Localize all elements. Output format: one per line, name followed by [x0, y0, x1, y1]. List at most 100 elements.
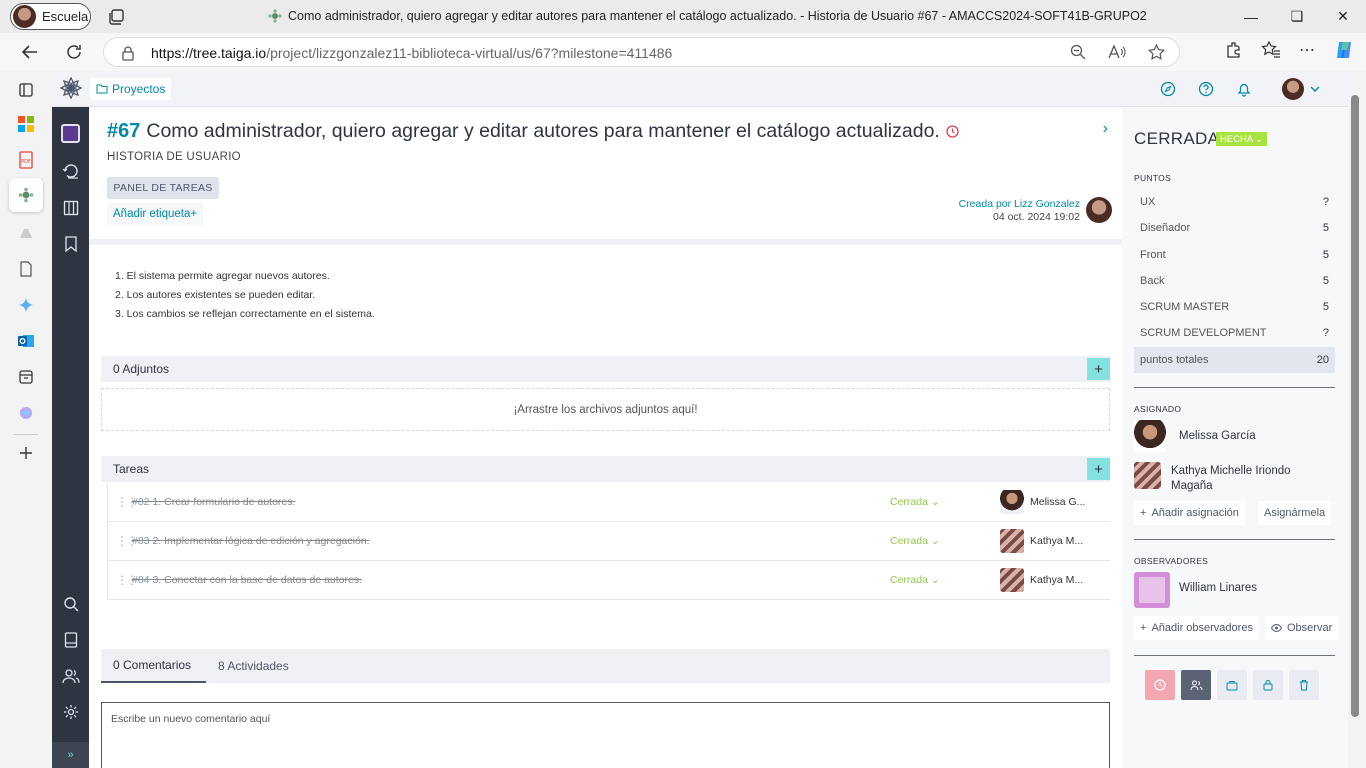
tab-actions-icon[interactable] — [108, 8, 125, 25]
refresh-icon[interactable] — [60, 39, 88, 65]
add-app-icon[interactable] — [14, 441, 38, 465]
sidebar-toggle-icon[interactable] — [14, 78, 38, 102]
points-row[interactable]: SCRUM MASTER 5 — [1134, 294, 1335, 320]
address-bar[interactable]: https://tree.taiga.io/project/lizzgonzal… — [103, 37, 1180, 67]
task-assignee[interactable]: Melissa G... — [1030, 496, 1085, 508]
task-status[interactable]: Cerrada ⌄ — [890, 535, 940, 547]
due-date-button[interactable] — [1145, 670, 1175, 700]
add-watchers-button[interactable]: + Añadir observadores — [1134, 616, 1259, 640]
watcher-avatar — [1134, 572, 1170, 608]
comment-input[interactable]: Escribe un nuevo comentario aquí — [101, 702, 1110, 768]
team-requirement-button[interactable] — [1181, 670, 1211, 700]
task-panel-button[interactable]: PANEL DE TAREAS — [107, 177, 219, 199]
kanban-icon[interactable] — [61, 198, 81, 218]
points-row[interactable]: Back 5 — [1134, 268, 1335, 294]
task-row[interactable]: ⋮⋮ #83 2. Implementar lógica de edición … — [107, 522, 1110, 561]
office-app-icon[interactable] — [14, 112, 38, 136]
story-description[interactable]: 1. El sistema permite agregar nuevos aut… — [115, 267, 375, 324]
sparkle-icon[interactable] — [14, 293, 38, 317]
task-assignee[interactable]: Kathya M... — [1030, 535, 1083, 547]
watcher[interactable]: William Linares — [1134, 572, 1344, 608]
drive-app-icon[interactable] — [14, 221, 38, 245]
minimize-button[interactable]: — — [1228, 0, 1274, 33]
assignee[interactable]: Kathya Michelle Iriondo Magaña — [1134, 462, 1344, 498]
tab-activities[interactable]: 8 Actividades — [218, 649, 289, 683]
edge-sidebar: PDF — [0, 71, 52, 768]
user-menu[interactable] — [1282, 78, 1320, 100]
add-task-button[interactable]: + — [1087, 458, 1110, 480]
next-story-chevron-icon[interactable]: › — [1103, 120, 1108, 138]
watch-label: Observar — [1287, 622, 1333, 634]
help-icon[interactable] — [1198, 81, 1214, 97]
status-badge[interactable]: HECHA ⌄ — [1216, 132, 1268, 146]
notifications-bell-icon[interactable] — [1236, 81, 1252, 97]
more-options-icon[interactable]: ⋯ — [1299, 40, 1316, 60]
points-row[interactable]: UX? — [1134, 189, 1335, 215]
points-row[interactable]: Front 5 — [1134, 242, 1335, 268]
assignee[interactable]: Melissa García — [1134, 420, 1344, 456]
add-tag-button[interactable]: Añadir etiqueta + — [107, 203, 204, 225]
taiga-tab-icon[interactable] — [9, 178, 43, 212]
creator-avatar[interactable] — [1086, 197, 1112, 223]
favorite-star-icon[interactable] — [1148, 44, 1165, 60]
points-label: PUNTOS — [1134, 173, 1172, 183]
extensions-icon[interactable] — [1225, 41, 1243, 59]
task-status[interactable]: Cerrada ⌄ — [890, 496, 940, 508]
project-avatar[interactable] — [61, 124, 80, 143]
search-icon[interactable] — [61, 594, 81, 614]
expand-sidebar-icon[interactable]: » — [52, 742, 89, 768]
task-row[interactable]: ⋮⋮ #82 1. Crear formulario de autores. C… — [107, 483, 1110, 522]
maximize-button[interactable]: ❏ — [1274, 0, 1320, 33]
timeline-icon[interactable] — [61, 161, 81, 181]
due-date-clock-icon[interactable] — [946, 125, 959, 138]
scrollbar-thumb[interactable] — [1351, 95, 1359, 717]
team-icon[interactable] — [61, 666, 81, 686]
task-assignee[interactable]: Kathya M... — [1030, 574, 1083, 586]
discover-compass-icon[interactable] — [1160, 81, 1176, 97]
clock-icon — [1154, 679, 1166, 691]
pdf-app-icon[interactable]: PDF — [14, 148, 38, 172]
delete-button[interactable] — [1289, 670, 1319, 700]
zoom-out-icon[interactable] — [1070, 44, 1086, 60]
points-row[interactable]: SCRUM DEVELOPMENT? — [1134, 320, 1335, 346]
read-aloud-icon[interactable] — [1108, 44, 1126, 60]
profile-button[interactable]: Escuela — [10, 3, 91, 30]
task-title[interactable]: #83 2. Implementar lógica de edición y a… — [132, 535, 370, 547]
assignee-name: Kathya Michelle Iriondo Magaña — [1171, 465, 1291, 492]
add-attachment-button[interactable]: + — [1087, 358, 1110, 380]
created-by[interactable]: Creada por Lizz Gonzalez — [959, 198, 1080, 211]
wiki-book-icon[interactable] — [61, 630, 81, 650]
taiga-topbar: Proyectos — [52, 71, 1348, 107]
favorites-icon[interactable] — [1261, 41, 1281, 59]
task-row[interactable]: ⋮⋮ #84 3. Conectar con la base de datos … — [107, 561, 1110, 600]
outlook-app-icon[interactable] — [14, 329, 38, 353]
close-window-button[interactable]: ✕ — [1320, 0, 1366, 33]
epics-bookmark-icon[interactable] — [61, 234, 81, 254]
back-icon[interactable] — [16, 39, 44, 65]
sidebar-divider — [14, 434, 38, 435]
lock-icon[interactable] — [121, 45, 135, 61]
block-button[interactable] — [1253, 670, 1283, 700]
taiga-logo-icon[interactable] — [58, 75, 84, 101]
attachments-dropzone[interactable]: ¡Arrastre los archivos adjuntos aquí! — [101, 388, 1110, 431]
settings-gear-icon[interactable] — [61, 702, 81, 722]
calendar-app-icon[interactable] — [14, 365, 38, 389]
task-title[interactable]: #84 3. Conectar con la base de datos de … — [132, 574, 362, 586]
designer-app-icon[interactable] — [14, 401, 38, 425]
assign-to-me-button[interactable]: Asignármela — [1258, 501, 1332, 525]
task-status[interactable]: Cerrada ⌄ — [890, 574, 940, 586]
breadcrumb[interactable]: Proyectos — [90, 78, 172, 100]
document-icon[interactable] — [14, 257, 38, 281]
copilot-icon[interactable] — [1334, 39, 1356, 61]
task-title[interactable]: #82 1. Crear formulario de autores. — [132, 496, 295, 508]
activity-tabs: 0 Comentarios 8 Actividades — [101, 649, 1110, 683]
client-requirement-button[interactable] — [1217, 670, 1247, 700]
watch-button[interactable]: Observar — [1265, 616, 1339, 640]
story-title-text[interactable]: Como administrador, quiero agregar y edi… — [146, 120, 939, 143]
page-scrollbar[interactable] — [1348, 71, 1366, 768]
tab-comments[interactable]: 0 Comentarios — [101, 649, 206, 683]
points-row[interactable]: Diseñador 5 — [1134, 215, 1335, 241]
created-info: Creada por Lizz Gonzalez 04 oct. 2024 19… — [959, 198, 1080, 224]
tasks-title: Tareas — [113, 462, 150, 476]
add-assignment-button[interactable]: + Añadir asignación — [1134, 501, 1245, 525]
